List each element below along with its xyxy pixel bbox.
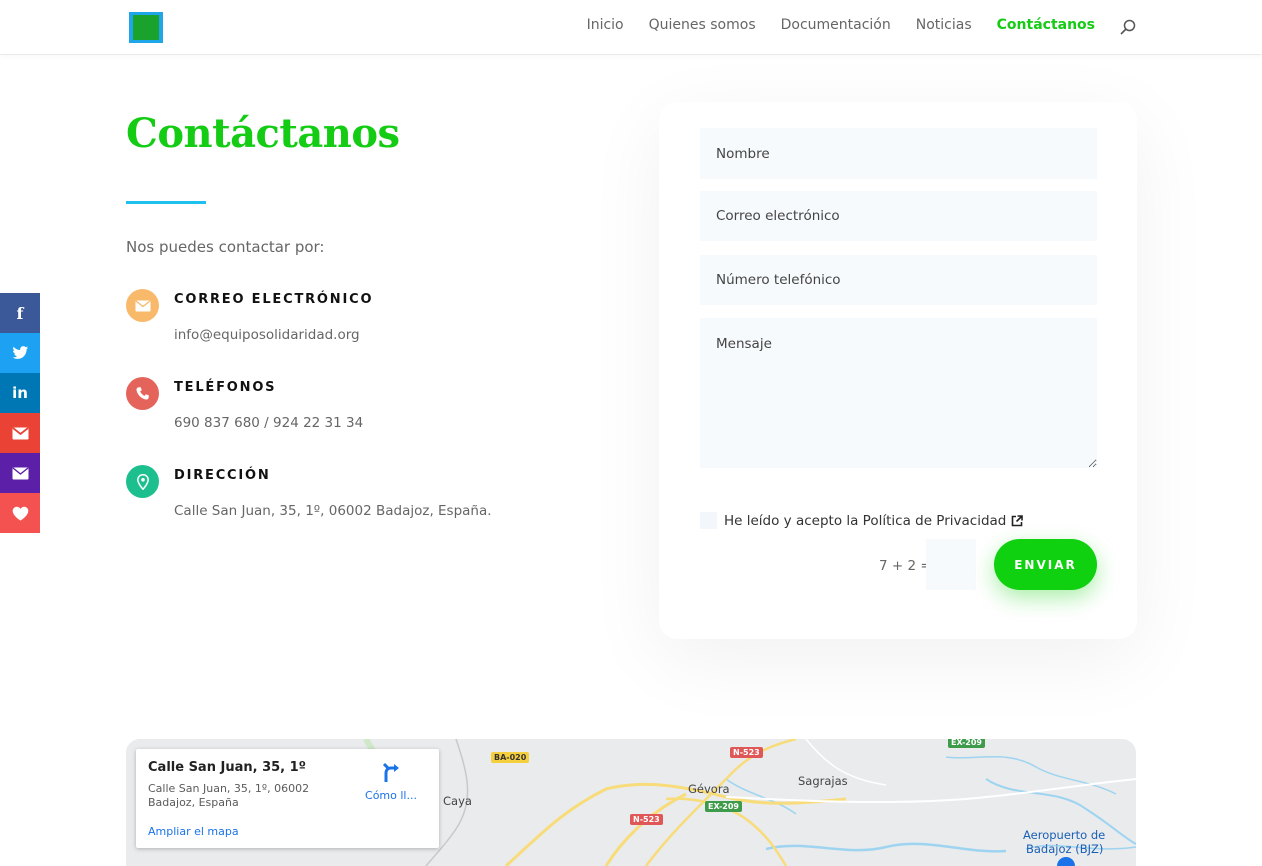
name-field[interactable] xyxy=(700,128,1097,179)
captcha-question: 7 + 2 = xyxy=(879,558,932,574)
contact-phone-label: TELÉFONOS xyxy=(174,380,277,395)
contact-email-label: CORREO ELECTRÓNICO xyxy=(174,292,374,307)
map-address-line2: Badajoz, España xyxy=(148,796,239,809)
site-logo[interactable] xyxy=(129,12,163,43)
external-link-icon[interactable] xyxy=(1011,514,1024,527)
twitter-icon xyxy=(11,346,28,359)
map-place-title: Calle San Juan, 35, 1º xyxy=(148,760,306,775)
intro-text: Nos puedes contactar por: xyxy=(126,238,325,256)
directions-label: Cómo ll... xyxy=(365,789,417,802)
phone-icon xyxy=(126,377,159,410)
nav-documentacion[interactable]: Documentación xyxy=(781,17,891,33)
nav-contactanos[interactable]: Contáctanos xyxy=(997,17,1095,33)
share-facebook-button[interactable]: f xyxy=(0,293,40,333)
privacy-consent-label[interactable]: He leído y acepto la Política de Privaci… xyxy=(724,513,1006,529)
map-label-gevora: Gévora xyxy=(688,782,730,796)
share-twitter-button[interactable] xyxy=(0,333,40,373)
road-shield-n523-b: N-523 xyxy=(630,814,663,825)
road-shield-n523: N-523 xyxy=(730,747,763,758)
site-header: Inicio Quienes somos Documentación Notic… xyxy=(0,0,1262,54)
facebook-icon: f xyxy=(16,303,24,323)
road-shield-ba020: BA-020 xyxy=(491,752,530,763)
linkedin-icon: in xyxy=(12,384,28,402)
map-label-sagrajas: Sagrajas xyxy=(798,774,848,788)
social-share-bar: f in xyxy=(0,293,40,533)
enlarge-map-link[interactable]: Ampliar el mapa xyxy=(148,825,239,838)
map-label-airport-1: Aeropuerto de xyxy=(1023,828,1106,842)
embedded-map[interactable]: BA-020 N-523 N-523 EX-209 EX-209 Caya Gé… xyxy=(126,739,1136,866)
privacy-consent: He leído y acepto la Política de Privaci… xyxy=(700,512,1024,529)
contact-address-label: DIRECCIÓN xyxy=(174,468,271,483)
contact-phone-value: 690 837 680 / 924 22 31 34 xyxy=(174,415,364,431)
email-field[interactable] xyxy=(700,191,1097,241)
contact-email-value: info@equiposolidaridad.org xyxy=(174,327,360,343)
gmail-icon xyxy=(11,426,29,439)
nav-quienes-somos[interactable]: Quienes somos xyxy=(649,17,756,33)
map-label-caya: Caya xyxy=(443,794,472,808)
share-favorite-button[interactable] xyxy=(0,493,40,533)
envelope-icon xyxy=(126,289,159,322)
road-shield-ex209: EX-209 xyxy=(705,801,742,812)
send-button[interactable]: ENVIAR xyxy=(994,539,1097,590)
directions-button[interactable]: Cómo ll... xyxy=(364,761,418,802)
share-linkedin-button[interactable]: in xyxy=(0,373,40,413)
map-address-line1: Calle San Juan, 35, 1º, 06002 xyxy=(148,782,310,795)
logo-mark xyxy=(133,15,159,40)
map-info-card: Calle San Juan, 35, 1º Calle San Juan, 3… xyxy=(136,749,439,848)
location-pin-icon xyxy=(126,465,159,498)
privacy-checkbox[interactable] xyxy=(700,512,717,529)
search-icon[interactable] xyxy=(1120,19,1136,35)
title-divider xyxy=(126,201,206,204)
heart-icon xyxy=(12,506,28,521)
main-nav: Inicio Quienes somos Documentación Notic… xyxy=(562,17,1136,35)
captcha-input[interactable] xyxy=(926,539,976,590)
directions-icon xyxy=(382,762,399,782)
contact-address-value: Calle San Juan, 35, 1º, 06002 Badajoz, E… xyxy=(174,503,492,519)
share-email-button[interactable] xyxy=(0,453,40,493)
phone-field[interactable] xyxy=(700,255,1097,305)
share-gmail-button[interactable] xyxy=(0,413,40,453)
nav-inicio[interactable]: Inicio xyxy=(587,17,624,33)
contact-form-card: He leído y acepto la Política de Privaci… xyxy=(659,102,1137,639)
page-title: Contáctanos xyxy=(126,110,400,157)
message-field[interactable] xyxy=(700,318,1097,468)
nav-noticias[interactable]: Noticias xyxy=(916,17,972,33)
map-label-airport-2: Badajoz (BJZ) xyxy=(1026,842,1104,856)
road-shield-ex209-b: EX-209 xyxy=(948,739,985,748)
email-icon xyxy=(12,466,28,479)
